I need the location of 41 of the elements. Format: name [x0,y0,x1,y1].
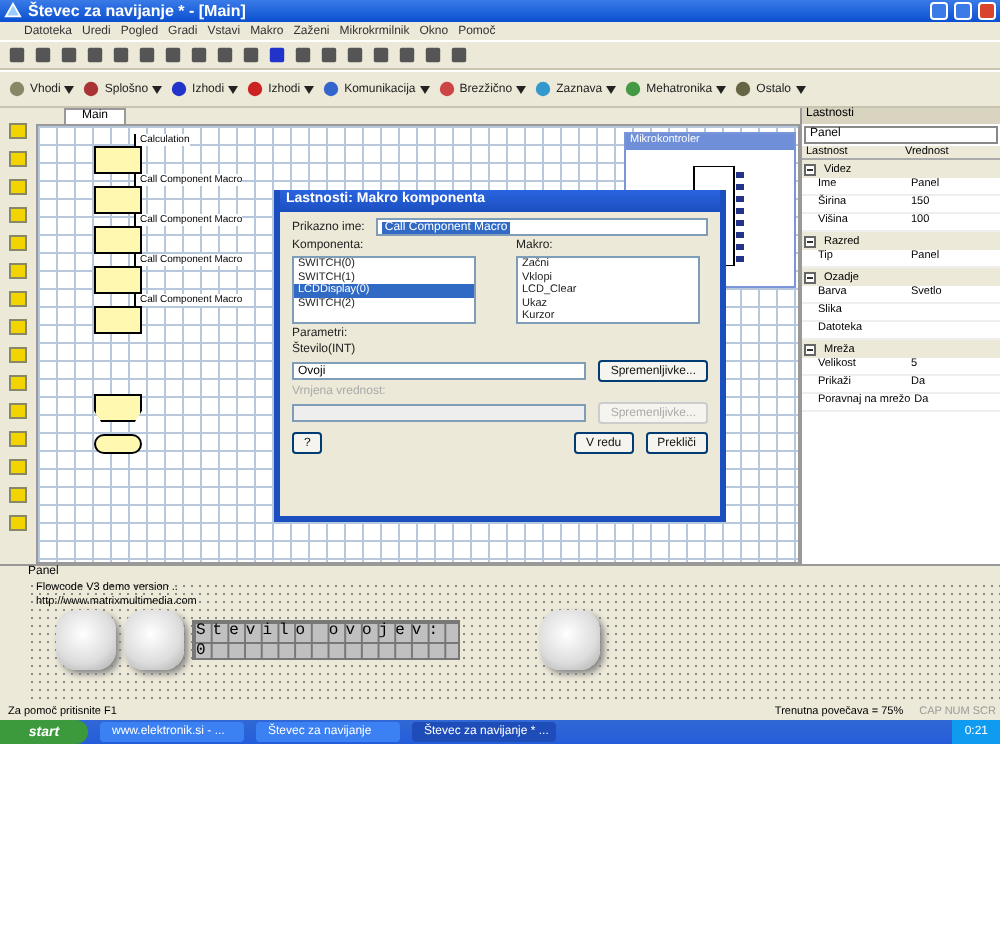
flowchart-symbol-icon[interactable] [6,456,30,478]
flowchart-symbol-icon[interactable] [6,260,30,282]
caret-icon [716,85,727,93]
flowchart-symbol-icon[interactable] [6,316,30,338]
collapse-icon[interactable] [804,271,816,283]
caret-icon [152,85,163,93]
flowchart-symbol-icon[interactable] [6,428,30,450]
flowchart-block[interactable] [94,146,142,174]
flowchart-symbol-icon[interactable] [6,232,30,254]
caret-icon [304,85,315,93]
collapse-icon[interactable] [804,343,816,355]
caret-icon [64,85,75,93]
flowchart-symbol-icon[interactable] [6,484,30,506]
close-button[interactable] [978,2,996,20]
collapse-icon[interactable] [804,163,816,175]
flowchart-symbol-icon[interactable] [6,288,30,310]
maximize-button[interactable] [954,2,972,20]
lcd-text: Stevilo ovojev: [194,622,448,642]
flowchart-symbol-icon[interactable] [6,176,30,198]
flowchart-block[interactable] [94,306,142,334]
flowchart-symbol-icon[interactable] [6,120,30,142]
caret-icon [419,85,430,93]
lcd-text: 0 [194,642,215,662]
collapse-icon[interactable] [804,235,816,247]
end-block[interactable] [94,434,142,454]
caret-icon [606,85,617,93]
flowchart-symbol-icon[interactable] [6,148,30,170]
flowchart-block[interactable] [94,186,142,214]
window-title: Števec za navijanje * - [Main] [28,2,248,20]
flowchart-symbol-icon[interactable] [6,372,30,394]
flowchart-block[interactable] [94,266,142,294]
caret-icon [795,85,805,93]
flowchart-symbol-icon[interactable] [6,204,30,226]
loop-block[interactable] [94,394,142,422]
caret-icon [228,85,239,93]
flowchart-symbol-icon[interactable] [6,344,30,366]
flowchart-symbol-icon[interactable] [6,512,30,534]
minimize-button[interactable] [930,2,948,20]
caret-icon [516,85,527,93]
flowchart-symbol-icon[interactable] [6,400,30,422]
flowchart-block[interactable] [94,226,142,254]
